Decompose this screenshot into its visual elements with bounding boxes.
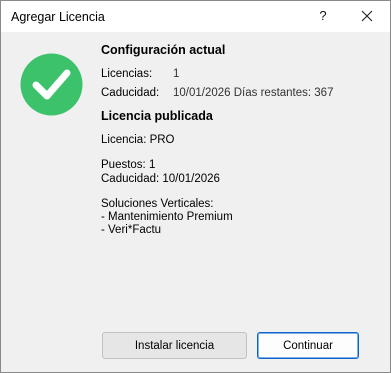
vertical-solution-item: - Veri*Factu xyxy=(101,224,162,236)
window-title: Agregar Licencia xyxy=(11,10,105,24)
expiry-value: 10/01/2026 Días restantes: 367 xyxy=(173,87,334,99)
install-license-button[interactable]: Instalar licencia xyxy=(102,332,247,359)
licenses-value: 1 xyxy=(173,68,180,80)
expiry-label: Caducidad: xyxy=(101,87,160,99)
add-license-dialog: Agregar Licencia ? Configuración actual … xyxy=(0,0,391,373)
published-license-heading: Licencia publicada xyxy=(101,109,213,123)
close-icon xyxy=(361,10,373,22)
published-expiry: Caducidad: 10/01/2026 xyxy=(101,173,220,185)
success-check-icon xyxy=(20,53,83,116)
vertical-solution-item: - Mantenimiento Premium xyxy=(101,211,233,223)
help-button[interactable]: ? xyxy=(309,4,337,28)
license-type: Licencia: PRO xyxy=(101,134,175,146)
continue-button[interactable]: Continuar xyxy=(257,332,359,359)
seats-count: Puestos: 1 xyxy=(101,159,156,171)
licenses-label: Licencias: xyxy=(101,68,153,80)
title-bar[interactable]: Agregar Licencia ? xyxy=(1,1,390,32)
current-config-heading: Configuración actual xyxy=(101,43,226,57)
dialog-body: Configuración actual Licencias: 1 Caduci… xyxy=(1,32,390,372)
vertical-solutions-heading: Soluciones Verticales: xyxy=(101,198,214,210)
close-button[interactable] xyxy=(352,4,382,28)
